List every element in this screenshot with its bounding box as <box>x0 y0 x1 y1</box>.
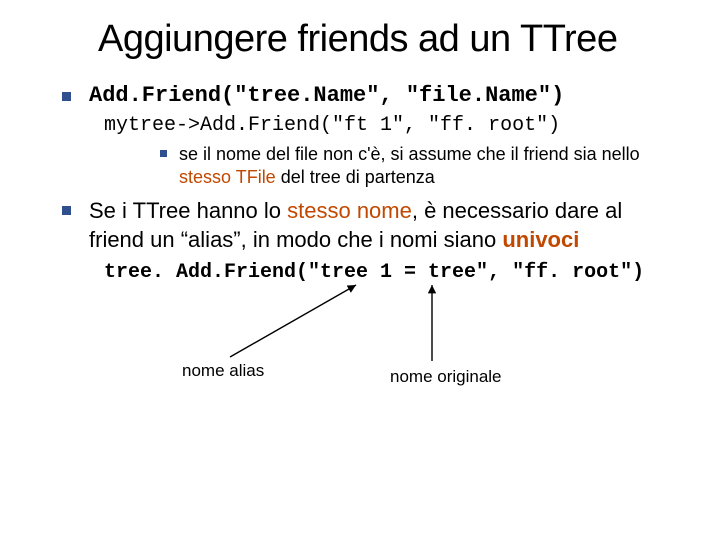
square-bullet-icon <box>160 150 167 157</box>
arrow-alias <box>230 285 356 357</box>
bullet-alias-explain: Se i TTree hanno lo stesso nome, è neces… <box>62 197 680 254</box>
code-example: mytree->Add.Friend("ft 1", "ff. root") <box>104 114 560 137</box>
arrows-svg <box>40 261 720 401</box>
alias-explain-text: Se i TTree hanno lo stesso nome, è neces… <box>89 197 680 254</box>
bullet-example-call: mytree->Add.Friend("ft 1", "ff. root") <box>104 114 680 137</box>
text-pre: Se i TTree hanno lo <box>89 198 287 223</box>
slide-title: Aggiungere friends ad un TTree <box>98 18 680 61</box>
bullet-addfriend-signature: Add.Friend("tree.Name", "file.Name") <box>62 83 680 108</box>
text-accent-stesso-tfile: stesso TFile <box>179 167 276 187</box>
text-accent-univoci: univoci <box>502 227 579 252</box>
label-nome-originale: nome originale <box>390 367 502 387</box>
alias-diagram: tree. Add.Friend("tree 1 = tree", "ff. r… <box>40 261 680 391</box>
text-accent-stesso-nome: stesso nome <box>287 198 412 223</box>
note-file-text: se il nome del file non c'è, si assume c… <box>179 143 680 190</box>
label-nome-alias: nome alias <box>182 361 264 381</box>
square-bullet-icon <box>62 92 71 101</box>
square-bullet-icon <box>62 206 71 215</box>
text-pre: se il nome del file non c'è, si assume c… <box>179 144 640 164</box>
code-signature: Add.Friend("tree.Name", "file.Name") <box>89 83 564 108</box>
slide: Aggiungere friends ad un TTree Add.Frien… <box>0 0 720 540</box>
bullet-note-file: se il nome del file non c'è, si assume c… <box>160 143 680 190</box>
text-post: del tree di partenza <box>276 167 435 187</box>
